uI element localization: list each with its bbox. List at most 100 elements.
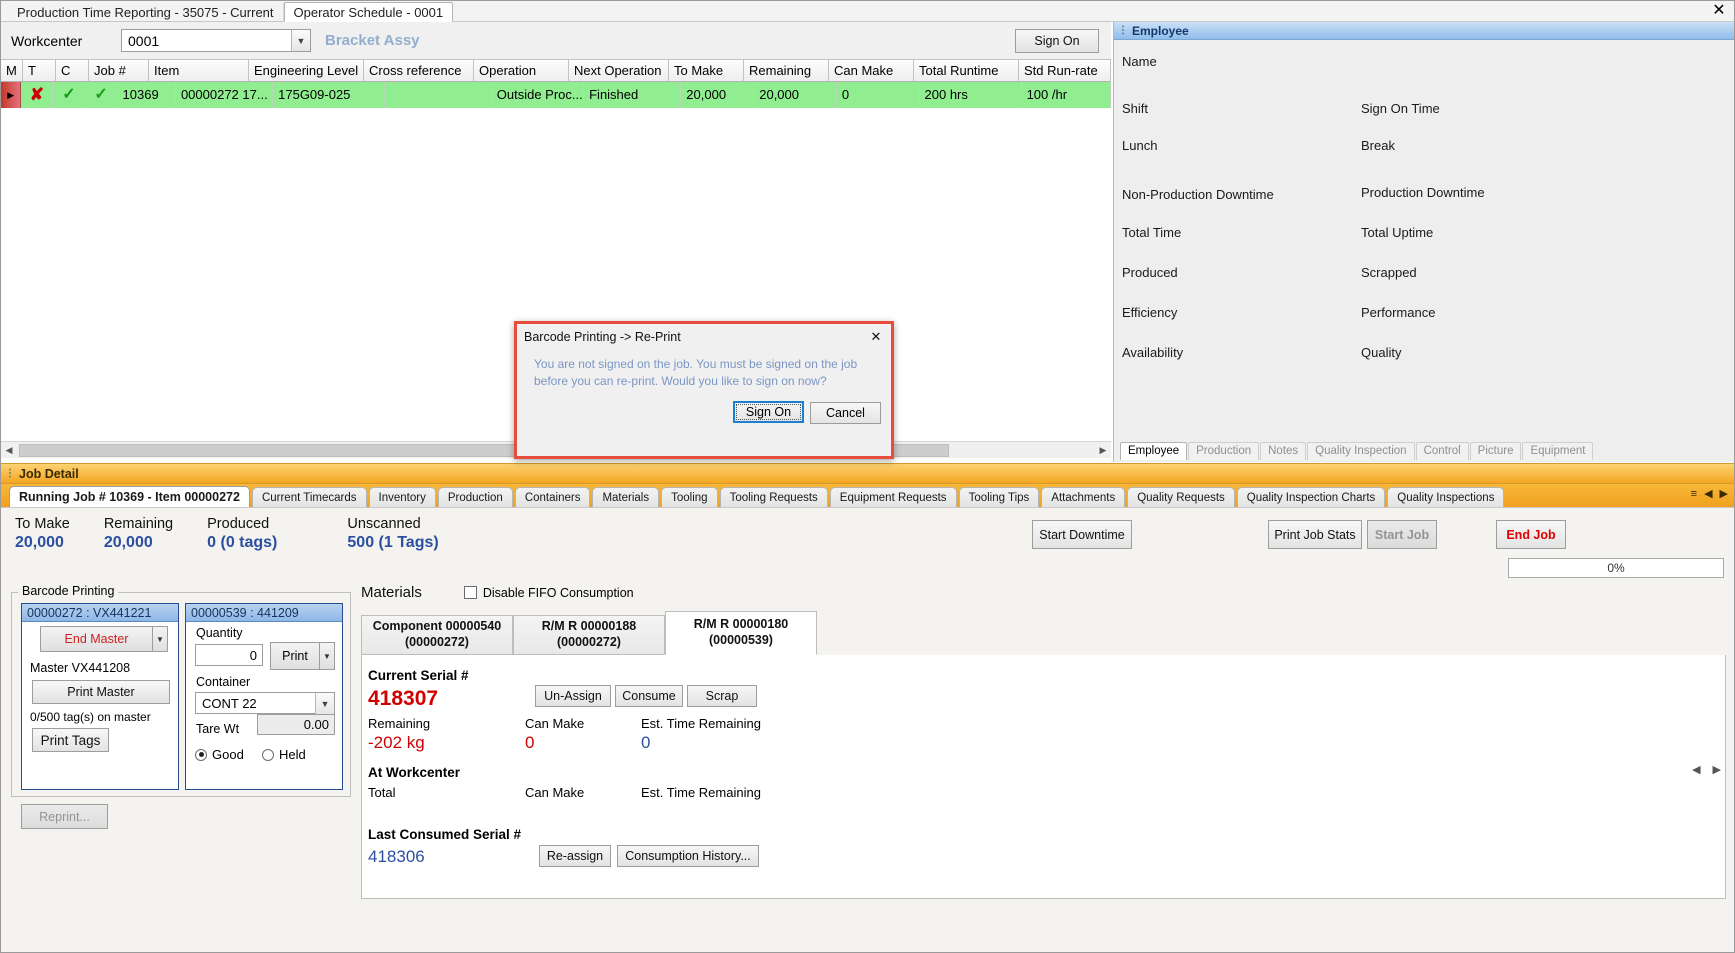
radio-held[interactable]: Held [262,747,306,762]
drag-handle-icon[interactable]: ⋮ [1118,25,1128,36]
workcenter-select[interactable]: 0001 ▼ [121,29,311,52]
employee-tab-3[interactable]: Quality Inspection [1307,442,1415,460]
window-tab-0[interactable]: Production Time Reporting - 35075 - Curr… [7,2,284,22]
re-assign-button[interactable]: Re-assign [539,845,611,867]
materials-tab-2[interactable]: R/M R 00000180 (00000539) [665,611,817,655]
table-row[interactable]: ▶ ✘ ✓ ✓ 10369 00000272 17... 175G09-025 Outside… [1,82,1111,108]
job-detail-tab-4[interactable]: Containers [514,487,591,508]
application-window: Production Time Reporting - 35075 - Curr… [0,0,1735,953]
materials-next-icon[interactable]: ▶ [1713,763,1721,776]
materials-tab-0[interactable]: Component 00000540 (00000272) [361,615,513,655]
job-detail-tab-7[interactable]: Tooling Requests [719,487,828,508]
barcode-card-right: 00000539 : 441209 Quantity 0 Print ▼ Con… [185,603,343,790]
print-tags-button[interactable]: Print Tags [32,728,109,752]
chevron-down-icon[interactable]: ▼ [153,626,168,652]
container-label: Container [196,675,251,689]
job-detail-tab-11[interactable]: Quality Requests [1127,487,1235,508]
job-detail-tab-9[interactable]: Tooling Tips [958,487,1040,508]
employee-tab-2[interactable]: Notes [1260,442,1307,460]
scrap-button[interactable]: Scrap [687,685,757,707]
end-master-button[interactable]: End Master [40,626,153,652]
grid-column-header-4[interactable]: Item [149,60,249,82]
print-job-stats-button[interactable]: Print Job Stats [1268,520,1362,549]
close-icon[interactable]: ✕ [867,328,885,345]
job-stat-label-3: Unscanned [347,516,421,532]
job-detail-tab-1[interactable]: Current Timecards [251,487,367,508]
barcode-printing-legend: Barcode Printing [18,584,119,598]
grid-column-header-5[interactable]: Engineering Level [249,60,364,82]
print-split-button[interactable]: Print ▼ [270,642,335,670]
employee-tab-4[interactable]: Control [1415,442,1469,460]
chevron-down-icon[interactable]: ▼ [315,693,334,714]
end-job-button[interactable]: End Job [1496,520,1566,549]
tab-scroll-right-icon[interactable]: ▶ [1720,487,1728,500]
window-tab-1[interactable]: Operator Schedule - 0001 [283,2,454,22]
at-workcenter-est-time-label: Est. Time Remaining [641,785,761,800]
checkbox-icon[interactable] [463,585,477,599]
reprint-button[interactable]: Reprint... [21,804,108,829]
end-master-split-button[interactable]: End Master ▼ [40,626,168,652]
drag-handle-icon[interactable]: ⋮ [5,468,15,479]
grid-column-header-6[interactable]: Cross reference [364,60,474,82]
job-detail-tab-3[interactable]: Production [437,487,513,508]
tab-scroll-left-icon[interactable]: ◀ [1704,487,1712,500]
employee-field-label-left-0: Name [1122,54,1157,69]
job-detail-tab-8[interactable]: Equipment Requests [829,487,957,508]
job-detail-tab-13[interactable]: Quality Inspections [1387,487,1505,508]
job-detail-tab-12[interactable]: Quality Inspection Charts [1236,487,1386,508]
grid-column-header-1[interactable]: T [23,60,56,82]
employee-pane-title: Employee [1132,23,1189,38]
grid-column-header-3[interactable]: Job # [89,60,149,82]
grid-column-header-11[interactable]: Can Make [829,60,914,82]
consumption-history-button[interactable]: Consumption History... [617,845,759,867]
cell-cross_reference [385,82,492,108]
cell-item: 00000272 17... [176,82,274,108]
employee-tab-0[interactable]: Employee [1120,442,1188,460]
employee-tab-6[interactable]: Equipment [1522,442,1594,460]
materials-prev-icon[interactable]: ◀ [1692,763,1700,776]
job-detail-tab-2[interactable]: Inventory [368,487,436,508]
job-detail-tab-5[interactable]: Materials [592,487,660,508]
employee-tab-5[interactable]: Picture [1469,442,1522,460]
chevron-down-icon[interactable]: ▼ [320,642,335,670]
container-select[interactable]: CONT 22 ▼ [195,692,335,714]
grid-column-header-12[interactable]: Total Runtime [914,60,1019,82]
job-detail-tab-0[interactable]: Running Job # 10369 - Item 00000272 [9,486,250,508]
chevron-down-icon[interactable]: ▼ [291,30,310,51]
scroll-right-icon[interactable]: ▶ [1095,445,1111,456]
disable-fifo-label: Disable FIFO Consumption [482,585,634,600]
cell-check-c: ✓ [86,82,118,108]
grid-column-header-10[interactable]: Remaining [744,60,829,82]
start-downtime-button[interactable]: Start Downtime [1032,520,1132,549]
grid-column-header-7[interactable]: Operation [474,60,569,82]
print-master-button[interactable]: Print Master [32,680,170,704]
job-detail-tab-10[interactable]: Attachments [1041,487,1126,508]
radio-good[interactable]: Good [195,747,244,762]
grid-header-row: M T C Job # Item Engineering Level Cross refer… [1,60,1111,82]
job-stat-0: To Make 20,000 [15,516,70,552]
employee-tab-1[interactable]: Production [1188,442,1260,460]
dialog-cancel-button[interactable]: Cancel [810,402,881,424]
sign-on-button[interactable]: Sign On [1015,29,1099,53]
cell-total_runtime: 200 hrs [920,82,1022,108]
consume-button[interactable]: Consume [615,685,683,707]
grid-column-header-0[interactable]: M [1,60,23,82]
grid-column-header-2[interactable]: C [56,60,89,82]
disable-fifo-checkbox[interactable]: Disable FIFO Consumption [463,585,634,600]
un-assign-button[interactable]: Un-Assign [535,685,611,707]
job-detail-tab-6[interactable]: Tooling [661,487,718,508]
grid-column-header-13[interactable]: Std Run-rate [1019,60,1111,82]
tab-overflow-icon[interactable]: ≡ [1691,488,1697,500]
print-button[interactable]: Print [270,642,320,670]
close-icon[interactable]: ✕ [1706,2,1732,20]
workcenter-description: Bracket Assy [325,32,420,49]
scroll-left-icon[interactable]: ◀ [1,445,17,456]
materials-tab-1[interactable]: R/M R 00000188 (00000272) [513,615,665,655]
cell-job: 10369 [118,82,176,108]
job-detail-body: To Make 20,000 Remaining 20,000 Produced 0 (0… [1,507,1734,952]
quantity-input[interactable]: 0 [195,644,263,666]
grid-column-header-9[interactable]: To Make [669,60,744,82]
grid-column-header-8[interactable]: Next Operation [569,60,669,82]
start-job-button[interactable]: Start Job [1367,520,1437,549]
dialog-sign-on-button[interactable]: Sign On [733,401,804,423]
